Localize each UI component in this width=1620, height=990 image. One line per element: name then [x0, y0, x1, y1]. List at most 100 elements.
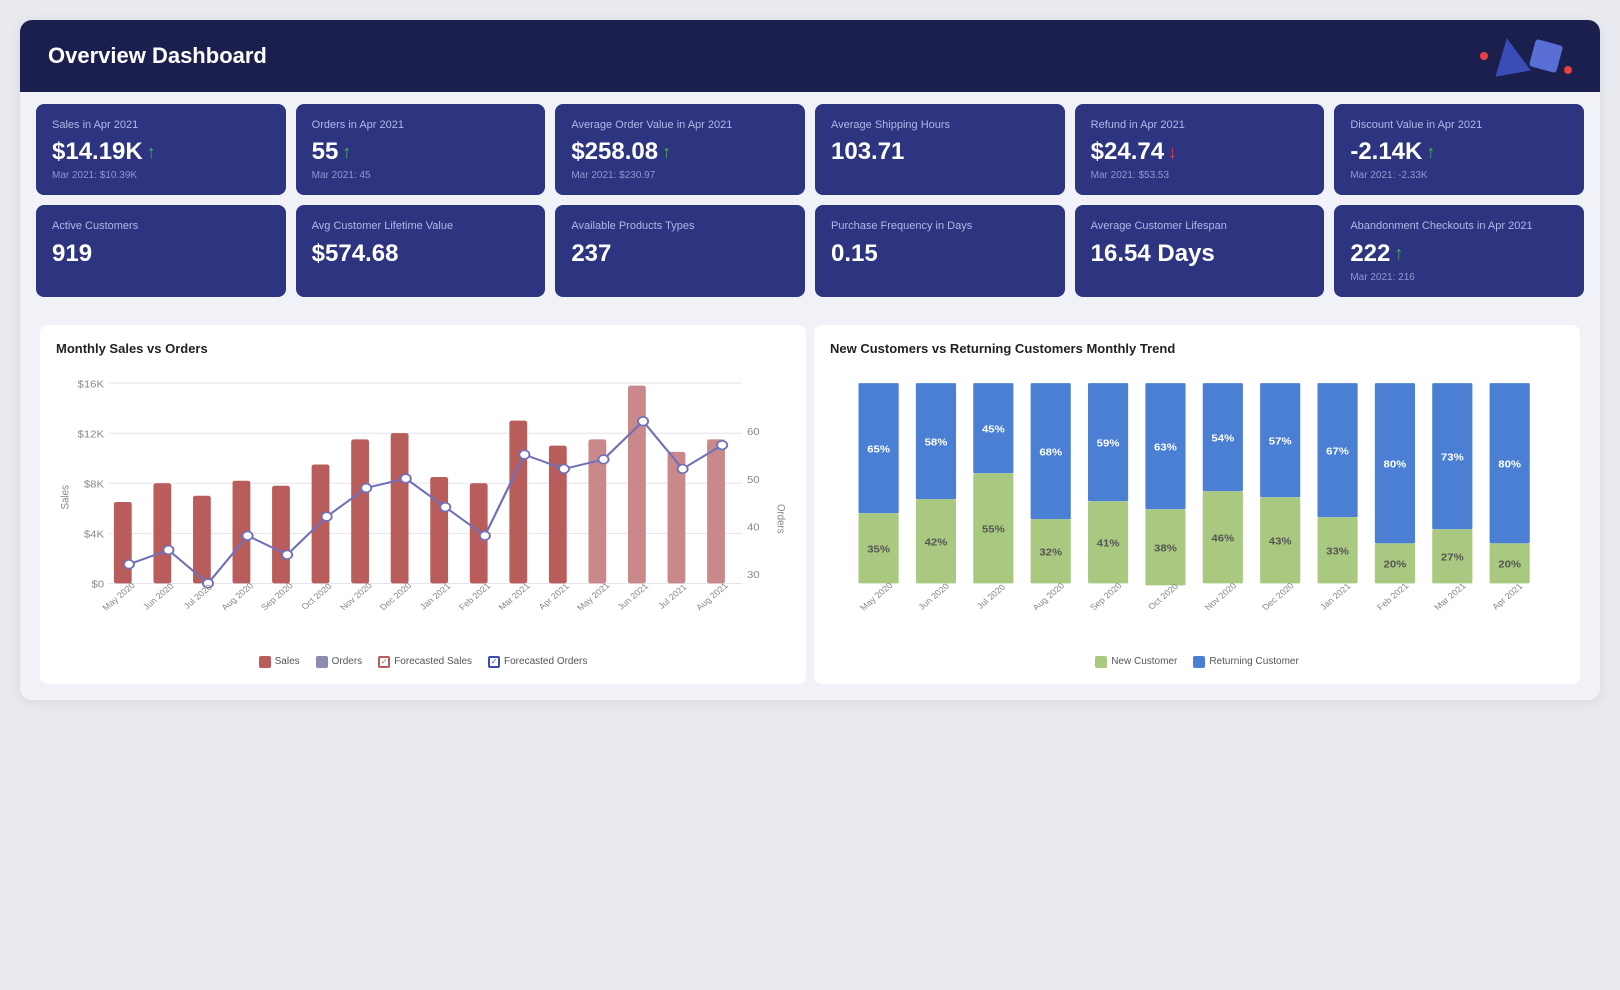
- svg-text:$0: $0: [91, 579, 104, 590]
- svg-text:32%: 32%: [1039, 547, 1062, 558]
- kpi-label-avg-lifetime: Avg Customer Lifetime Value: [312, 219, 530, 233]
- svg-text:Jul 2020: Jul 2020: [975, 582, 1008, 610]
- svg-text:30: 30: [747, 569, 760, 580]
- svg-text:59%: 59%: [1097, 438, 1120, 449]
- kpi-sub-sales-apr: Mar 2021: $10.39K: [52, 170, 270, 181]
- kpi-sub-refund-apr: Mar 2021: $53.53: [1091, 170, 1309, 181]
- kpi-card-orders-apr: Orders in Apr 2021 55↑ Mar 2021: 45: [296, 104, 546, 195]
- kpi-section: Sales in Apr 2021$14.19K↑Mar 2021: $10.3…: [20, 92, 1600, 309]
- kpi-card-sales-apr: Sales in Apr 2021$14.19K↑Mar 2021: $10.3…: [36, 104, 286, 195]
- svg-text:41%: 41%: [1097, 538, 1120, 549]
- kpi-label-orders-apr: Orders in Apr 2021: [312, 118, 530, 132]
- svg-text:Sales: Sales: [59, 485, 72, 509]
- svg-text:33%: 33%: [1326, 546, 1349, 557]
- svg-text:Nov 2020: Nov 2020: [1202, 581, 1238, 612]
- svg-text:27%: 27%: [1441, 552, 1464, 563]
- stacked-chart-area: 65%35%May 202058%42%Jun 202045%55%Jul 20…: [830, 368, 1564, 648]
- kpi-label-refund-apr: Refund in Apr 2021: [1091, 118, 1309, 132]
- svg-text:Feb 2021: Feb 2021: [457, 581, 493, 612]
- kpi-card-abandonment: Abandonment Checkouts in Apr 2021 222↑ Mar…: [1334, 205, 1584, 296]
- svg-text:80%: 80%: [1384, 459, 1407, 470]
- kpi-row-2: Active Customers 919 Avg Customer Lifetime…: [36, 205, 1584, 296]
- svg-text:May 2020: May 2020: [100, 580, 137, 612]
- svg-text:Jun 2020: Jun 2020: [916, 581, 951, 611]
- svg-text:Jan 2021: Jan 2021: [1318, 581, 1353, 611]
- svg-text:Jun 2021: Jun 2021: [615, 581, 650, 611]
- arrow-up-icon: ↑: [1426, 142, 1435, 163]
- dashboard: Overview Dashboard Sales in Apr 2021$14.…: [20, 20, 1600, 700]
- kpi-sub-orders-apr: Mar 2021: 45: [312, 170, 530, 181]
- kpi-card-active-customers: Active Customers 919: [36, 205, 286, 296]
- svg-text:54%: 54%: [1211, 433, 1234, 444]
- legend-item: ✓Forecasted Sales: [378, 656, 472, 668]
- kpi-value-orders-apr: 55↑: [312, 138, 530, 166]
- kpi-card-discount-apr: Discount Value in Apr 2021 -2.14K↑ Mar 202…: [1334, 104, 1584, 195]
- kpi-value-active-customers: 919: [52, 240, 270, 268]
- svg-text:20%: 20%: [1384, 559, 1407, 570]
- svg-text:67%: 67%: [1326, 446, 1349, 457]
- header-logo: [1480, 38, 1572, 74]
- svg-text:$16K: $16K: [78, 379, 105, 390]
- arrow-up-icon: ↑: [662, 142, 671, 163]
- kpi-sub-avg-order-value: Mar 2021: $230.97: [571, 170, 789, 181]
- chart2-legend: New CustomerReturning Customer: [830, 656, 1564, 668]
- svg-text:60: 60: [747, 426, 760, 437]
- charts-section: Monthly Sales vs Orders $0$4K$8K$12K$16K…: [20, 309, 1600, 700]
- arrow-up-icon: ↑: [342, 142, 351, 163]
- legend-item: Returning Customer: [1193, 656, 1298, 668]
- svg-text:May 2021: May 2021: [575, 580, 612, 612]
- logo-shape-1: [1489, 35, 1531, 77]
- kpi-value-product-types: 237: [571, 240, 789, 268]
- kpi-value-refund-apr: $24.74↓: [1091, 138, 1309, 166]
- svg-text:58%: 58%: [925, 437, 948, 448]
- bar-chart-area: $0$4K$8K$12K$16K30405060May 2020Jun 2020…: [56, 368, 790, 648]
- customer-trend-chart: New Customers vs Returning Customers Mon…: [814, 325, 1580, 684]
- svg-text:Oct 2020: Oct 2020: [1146, 581, 1181, 611]
- svg-text:Apr 2021: Apr 2021: [536, 581, 571, 611]
- svg-text:Jan 2021: Jan 2021: [418, 581, 453, 611]
- kpi-card-purchase-freq: Purchase Frequency in Days0.15: [815, 205, 1065, 296]
- svg-text:73%: 73%: [1441, 452, 1464, 463]
- kpi-value-abandonment: 222↑: [1350, 240, 1568, 268]
- kpi-value-sales-apr: $14.19K↑: [52, 138, 270, 166]
- svg-text:Dec 2020: Dec 2020: [377, 581, 413, 612]
- bar-chart-svg: $0$4K$8K$12K$16K30405060May 2020Jun 2020…: [56, 368, 790, 648]
- kpi-label-abandonment: Abandonment Checkouts in Apr 2021: [1350, 219, 1568, 233]
- kpi-label-product-types: Available Products Types: [571, 219, 789, 233]
- svg-text:55%: 55%: [982, 524, 1005, 535]
- kpi-card-avg-order-value: Average Order Value in Apr 2021 $258.08↑ M…: [555, 104, 805, 195]
- kpi-label-discount-apr: Discount Value in Apr 2021: [1350, 118, 1568, 132]
- kpi-sub-discount-apr: Mar 2021: -2.33K: [1350, 170, 1568, 181]
- kpi-value-avg-lifespan: 16.54 Days: [1091, 240, 1309, 268]
- svg-text:$8K: $8K: [84, 479, 104, 490]
- arrow-down-icon: ↓: [1168, 142, 1177, 163]
- kpi-label-avg-order-value: Average Order Value in Apr 2021: [571, 118, 789, 132]
- stacked-chart-svg: 65%35%May 202058%42%Jun 202045%55%Jul 20…: [830, 368, 1564, 648]
- svg-text:50: 50: [747, 474, 760, 485]
- legend-item: ✓Forecasted Orders: [488, 656, 587, 668]
- svg-text:Jul 2021: Jul 2021: [656, 582, 689, 610]
- svg-text:Mar 2021: Mar 2021: [1432, 581, 1468, 612]
- kpi-card-avg-shipping: Average Shipping Hours103.71: [815, 104, 1065, 195]
- kpi-sub-abandonment: Mar 2021: 216: [1350, 272, 1568, 283]
- chart2-title: New Customers vs Returning Customers Mon…: [830, 341, 1564, 356]
- kpi-label-avg-shipping: Average Shipping Hours: [831, 118, 1049, 132]
- kpi-value-avg-order-value: $258.08↑: [571, 138, 789, 166]
- svg-text:35%: 35%: [867, 544, 890, 555]
- svg-text:42%: 42%: [925, 537, 948, 548]
- kpi-card-product-types: Available Products Types 237: [555, 205, 805, 296]
- svg-text:68%: 68%: [1039, 447, 1062, 458]
- svg-text:46%: 46%: [1211, 533, 1234, 544]
- svg-text:May 2020: May 2020: [858, 580, 895, 612]
- kpi-label-purchase-freq: Purchase Frequency in Days: [831, 219, 1049, 233]
- logo-shape-2: [1529, 39, 1563, 73]
- kpi-label-active-customers: Active Customers: [52, 219, 270, 233]
- kpi-card-avg-lifespan: Average Customer Lifespan16.54 Days: [1075, 205, 1325, 296]
- kpi-value-discount-apr: -2.14K↑: [1350, 138, 1568, 166]
- svg-text:Apr 2021: Apr 2021: [1490, 581, 1525, 611]
- svg-text:80%: 80%: [1498, 459, 1521, 470]
- svg-text:20%: 20%: [1498, 559, 1521, 570]
- svg-text:Mar 2021: Mar 2021: [496, 581, 532, 612]
- svg-text:Jul 2020: Jul 2020: [181, 582, 214, 610]
- svg-text:45%: 45%: [982, 424, 1005, 435]
